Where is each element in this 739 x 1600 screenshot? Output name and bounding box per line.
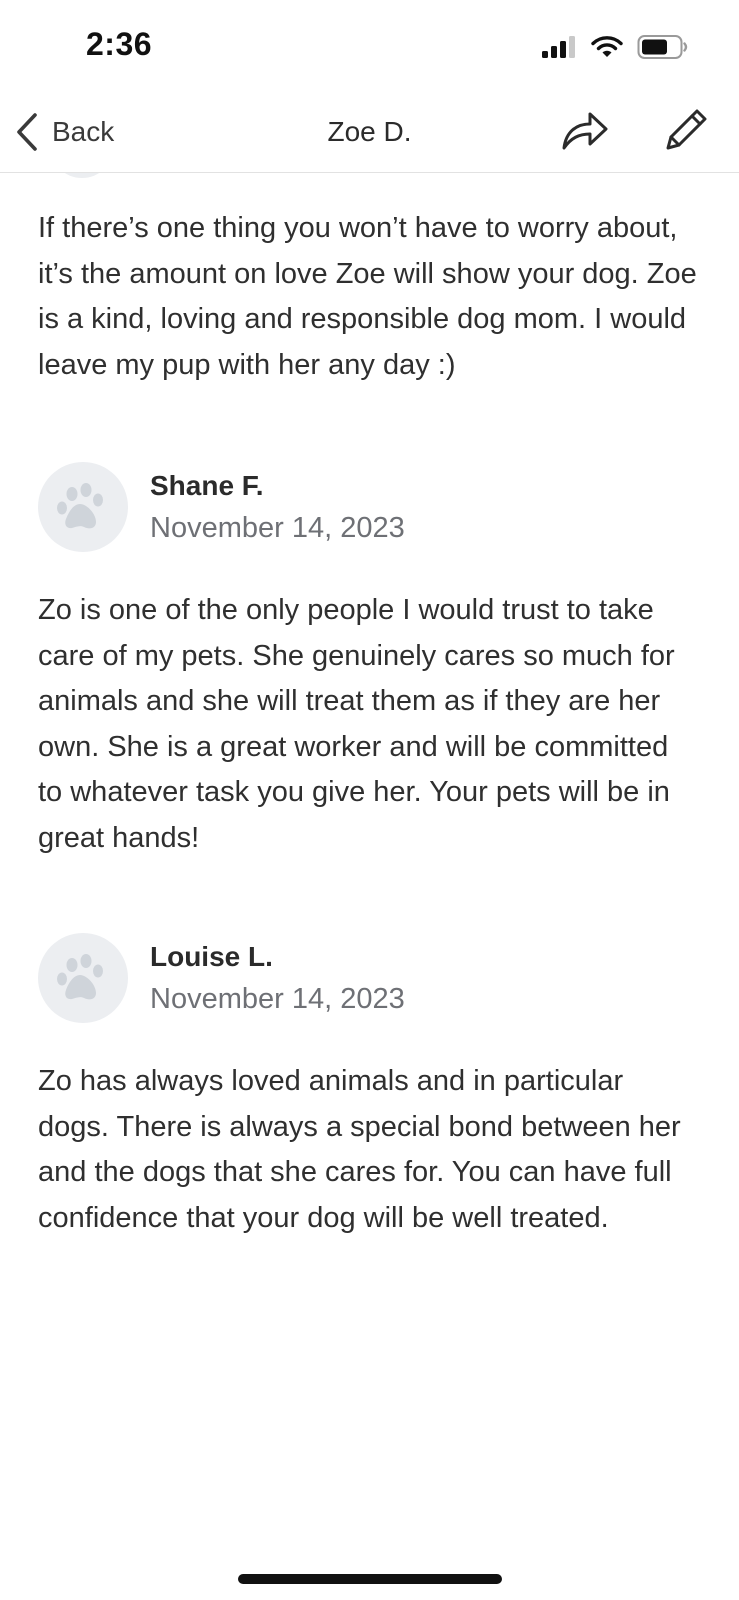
paw-icon: [57, 483, 103, 529]
status-icons: [541, 34, 689, 60]
share-icon: [562, 112, 608, 150]
reviews-list: If there’s one thing you won’t have to w…: [38, 206, 698, 1241]
review-item: Louise L. November 14, 2023 Zo has alway…: [38, 933, 698, 1241]
share-button[interactable]: [560, 106, 610, 156]
edit-pencil-icon: [666, 109, 707, 150]
reviewer-name: Shane F.: [150, 469, 264, 501]
reviewer-name: Louise L.: [150, 940, 273, 972]
reviewer-meta: Shane F. November 14, 2023: [150, 470, 405, 545]
review-text: Zo has always loved animals and in parti…: [38, 1065, 681, 1234]
paw-icon: [57, 954, 103, 1000]
review-item: Shane F. November 14, 2023 Zo is one of …: [38, 462, 698, 861]
battery-icon: [637, 35, 688, 59]
cellular-signal-icon: [542, 36, 575, 58]
page-title: Zoe D.: [327, 116, 412, 147]
review-date: November 14, 2023: [150, 511, 405, 544]
review-item: If there’s one thing you won’t have to w…: [38, 206, 698, 388]
avatar: [38, 462, 128, 552]
status-bar: 2:36: [0, 0, 739, 100]
review-header: Shane F. November 14, 2023: [38, 462, 698, 552]
edit-button[interactable]: [660, 104, 712, 156]
review-header: Louise L. November 14, 2023: [38, 933, 698, 1023]
navigation-bar: Back Zoe D.: [0, 100, 739, 173]
review-date: November 14, 2023: [150, 982, 405, 1015]
status-time: 2:36: [86, 26, 153, 62]
wifi-icon: [591, 36, 623, 57]
review-text: Zo is one of the only people I would tru…: [38, 594, 675, 854]
reviewer-meta: Louise L. November 14, 2023: [150, 941, 405, 1016]
review-text: If there’s one thing you won’t have to w…: [38, 212, 697, 381]
avatar: [38, 933, 128, 1023]
home-indicator[interactable]: [238, 1574, 502, 1584]
